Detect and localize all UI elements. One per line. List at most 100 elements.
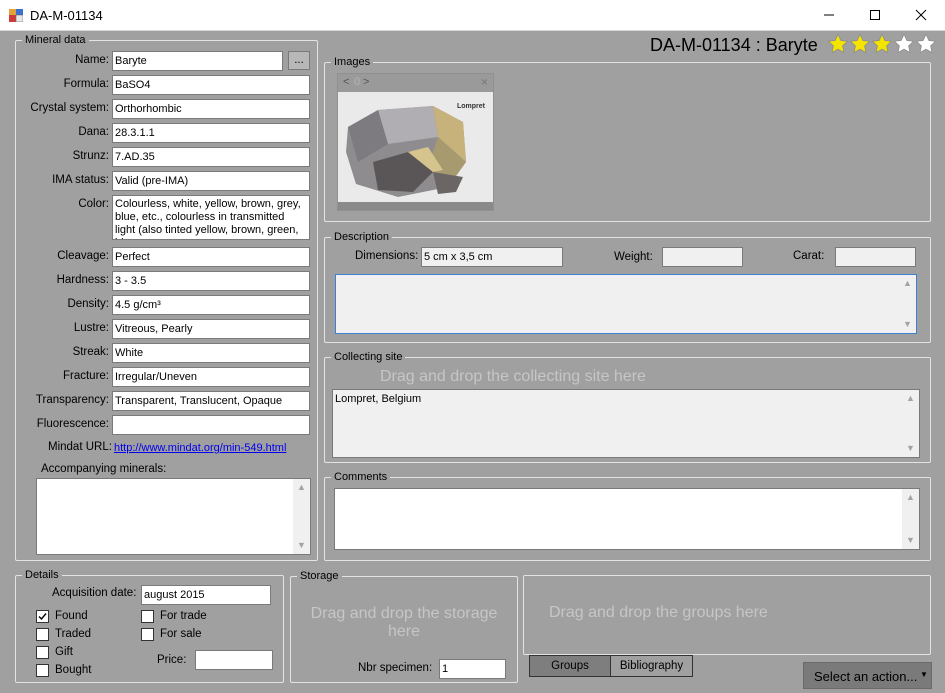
- mineral-field-label: Hardness:: [56, 274, 109, 286]
- check-icon: [38, 613, 47, 621]
- title-bar: DA-M-01134: [0, 0, 945, 31]
- scroll-down-icon[interactable]: ▼: [293, 537, 310, 554]
- scroll-up-icon[interactable]: ▲: [902, 390, 919, 407]
- mineral-field-input[interactable]: Perfect: [112, 247, 310, 267]
- mineral-field-label: Streak:: [72, 346, 109, 358]
- close-button[interactable]: [898, 0, 944, 31]
- dimensions-input[interactable]: 5 cm x 3,5 cm: [421, 247, 563, 267]
- weight-label: Weight:: [614, 251, 653, 263]
- star-empty-icon[interactable]: [915, 33, 937, 55]
- mineral-field-input[interactable]: BaSO4: [112, 75, 310, 95]
- acquisition-date-input[interactable]: august 2015: [141, 585, 271, 605]
- image-index: 0: [354, 76, 361, 88]
- tab-bibliography[interactable]: Bibliography: [610, 655, 693, 677]
- image-prev-button[interactable]: <: [343, 76, 349, 88]
- browse-mineral-button[interactable]: ...: [288, 51, 310, 70]
- app-icon: [9, 9, 23, 22]
- mineral-field-input[interactable]: 3 - 3.5: [112, 271, 310, 291]
- mineral-field-label: Transparency:: [35, 394, 109, 406]
- scroll-up-icon[interactable]: ▲: [902, 489, 919, 506]
- checkbox[interactable]: [36, 628, 49, 641]
- image-close-button[interactable]: ×: [481, 75, 488, 89]
- description-input[interactable]: ▲ ▼: [335, 274, 917, 334]
- mineral-field-label: Name:: [75, 54, 109, 66]
- price-label: Price:: [157, 654, 187, 666]
- action-select-label: Select an action...: [814, 669, 918, 684]
- mineral-field-input[interactable]: 4.5 g/cm³: [112, 295, 310, 315]
- scroll-down-icon[interactable]: ▼: [899, 316, 916, 333]
- mineral-field-input[interactable]: Colourless, white, yellow, brown, grey, …: [112, 195, 310, 240]
- checkbox-label[interactable]: Gift: [55, 646, 73, 658]
- mineral-field-label: Fracture:: [62, 370, 109, 382]
- chevron-down-icon: ▼: [920, 670, 928, 679]
- comments-input[interactable]: ▲ ▼: [334, 488, 920, 550]
- checkbox-label[interactable]: Bought: [55, 664, 91, 676]
- mindat-url-link[interactable]: http://www.mindat.org/min-549.html: [114, 442, 286, 454]
- mineral-field-label: Density:: [67, 298, 109, 310]
- checkbox-label[interactable]: For trade: [160, 610, 207, 622]
- maximize-button[interactable]: [852, 0, 898, 31]
- mineral-field-input[interactable]: 28.3.1.1: [112, 123, 310, 143]
- star-filled-icon[interactable]: [827, 33, 849, 55]
- collecting-site-scrollbar[interactable]: ▲ ▼: [902, 390, 919, 457]
- accompanying-scrollbar[interactable]: ▲ ▼: [293, 479, 310, 554]
- mineral-field-input[interactable]: 7.AD.35: [112, 147, 310, 167]
- checkbox[interactable]: [36, 664, 49, 677]
- tab-groups[interactable]: Groups: [529, 655, 611, 677]
- star-filled-icon[interactable]: [849, 33, 871, 55]
- star-empty-icon[interactable]: [893, 33, 915, 55]
- collecting-site-drop-hint[interactable]: Drag and drop the collecting site here: [380, 368, 646, 386]
- mineral-field-input[interactable]: Transparent, Translucent, Opaque: [112, 391, 310, 411]
- image-nav-bar: < 0 > ×: [338, 74, 493, 92]
- star-filled-icon[interactable]: [871, 33, 893, 55]
- nbr-specimen-input[interactable]: 1: [439, 659, 506, 679]
- checkbox[interactable]: [36, 610, 49, 623]
- accompanying-minerals-label: Accompanying minerals:: [41, 463, 167, 475]
- minimize-icon: [824, 14, 834, 16]
- mineral-field-label: Color:: [78, 198, 109, 210]
- mineral-field-input[interactable]: Valid (pre-IMA): [112, 171, 310, 191]
- mineral-field-input[interactable]: Baryte: [112, 51, 283, 71]
- checkbox[interactable]: [36, 646, 49, 659]
- checkbox-label[interactable]: For sale: [160, 628, 202, 640]
- image-viewer[interactable]: < 0 > × Lompret: [337, 73, 494, 211]
- scroll-up-icon[interactable]: ▲: [293, 479, 310, 496]
- image-next-button[interactable]: >: [363, 76, 369, 88]
- checkbox-label[interactable]: Traded: [55, 628, 91, 640]
- groups-drop-hint[interactable]: Drag and drop the groups here: [549, 604, 768, 622]
- carat-input[interactable]: [835, 247, 916, 267]
- details-label: Details: [22, 568, 62, 582]
- photo-caption: Lompret: [457, 103, 485, 110]
- scroll-down-icon[interactable]: ▼: [902, 532, 919, 549]
- collecting-site-input[interactable]: Lompret, Belgium ▲ ▼: [332, 389, 920, 458]
- description-label: Description: [331, 230, 393, 244]
- window-title: DA-M-01134: [30, 8, 103, 23]
- mineral-field-input[interactable]: Irregular/Uneven: [112, 367, 310, 387]
- minimize-button[interactable]: [806, 0, 852, 31]
- scroll-up-icon[interactable]: ▲: [899, 275, 916, 292]
- mineral-field-input[interactable]: White: [112, 343, 310, 363]
- mineral-field-label: Crystal system:: [30, 102, 109, 114]
- checkbox[interactable]: [141, 628, 154, 641]
- acquisition-date-label: Acquisition date:: [52, 587, 137, 599]
- images-label: Images: [331, 55, 374, 69]
- mineral-field-input[interactable]: [112, 415, 310, 435]
- specimen-heading: DA-M-01134 : Baryte: [650, 35, 818, 55]
- accompanying-minerals-input[interactable]: ▲ ▼: [36, 478, 311, 555]
- checkbox-label[interactable]: Found: [55, 610, 88, 622]
- weight-input[interactable]: [662, 247, 743, 267]
- checkbox[interactable]: [141, 610, 154, 623]
- dimensions-label: Dimensions:: [355, 250, 419, 262]
- price-input[interactable]: [195, 650, 273, 670]
- mineral-field-input[interactable]: Orthorhombic: [112, 99, 310, 119]
- comments-label: Comments: [331, 470, 391, 484]
- mineral-field-label: Fluorescence:: [36, 418, 109, 430]
- collecting-site-label: Collecting site: [331, 350, 406, 364]
- comments-scrollbar[interactable]: ▲ ▼: [902, 489, 919, 549]
- action-select[interactable]: Select an action... ▼: [803, 662, 932, 689]
- mindat-url-label: Mindat URL:: [48, 441, 112, 453]
- storage-drop-hint[interactable]: Drag and drop the storage here: [300, 605, 508, 641]
- scroll-down-icon[interactable]: ▼: [902, 440, 919, 457]
- mineral-field-input[interactable]: Vitreous, Pearly: [112, 319, 310, 339]
- description-scrollbar[interactable]: ▲ ▼: [899, 275, 916, 333]
